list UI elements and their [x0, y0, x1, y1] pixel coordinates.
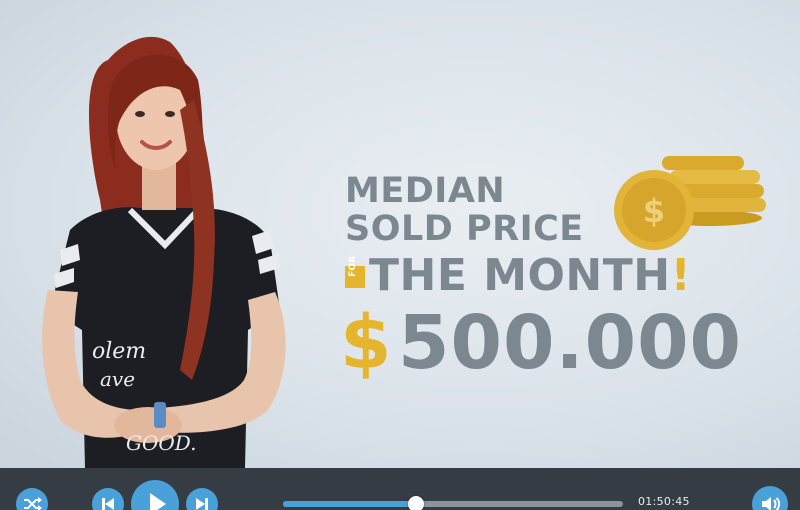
previous-button[interactable]: [92, 488, 124, 510]
video-frame[interactable]: olem ave GOOD. $ MEDIAN SOLD PRICE FOR T…: [0, 0, 800, 468]
skip-next-icon: [196, 498, 208, 510]
shuffle-icon: [24, 497, 42, 510]
presenter-figure: olem ave GOOD.: [30, 30, 320, 468]
shirt-text-1: olem: [92, 339, 146, 364]
progress-fill: [283, 501, 416, 507]
progress-thumb[interactable]: [407, 496, 424, 510]
shuffle-button[interactable]: [16, 488, 48, 510]
progress-bar[interactable]: [283, 496, 623, 510]
price-amount: 500.000: [398, 300, 743, 386]
price-currency: $: [340, 300, 392, 386]
for-tag: FOR: [345, 256, 367, 296]
exclamation-mark: !: [670, 250, 692, 301]
video-player: olem ave GOOD. $ MEDIAN SOLD PRICE FOR T…: [0, 0, 800, 510]
play-button[interactable]: [131, 480, 179, 510]
player-control-bar: 01:50:45: [0, 468, 800, 510]
skip-previous-icon: [102, 498, 114, 510]
shirt-text-3: GOOD.: [126, 431, 196, 455]
play-icon: [150, 493, 166, 510]
headline-line-month: FOR THE MONTH!: [345, 252, 765, 302]
shirt-text-2: ave: [100, 367, 135, 391]
next-button[interactable]: [186, 488, 218, 510]
headline-line-sold-price: SOLD PRICE: [345, 209, 584, 249]
the-month-text: THE MONTH!: [369, 250, 692, 301]
volume-icon: [762, 497, 781, 510]
volume-button[interactable]: [752, 486, 788, 510]
headline-block: MEDIAN SOLD PRICE FOR THE MONTH!: [345, 172, 765, 302]
time-display: 01:50:45: [638, 495, 690, 508]
for-tag-text: FOR: [348, 256, 358, 277]
headline-line-median: MEDIAN: [345, 171, 506, 211]
